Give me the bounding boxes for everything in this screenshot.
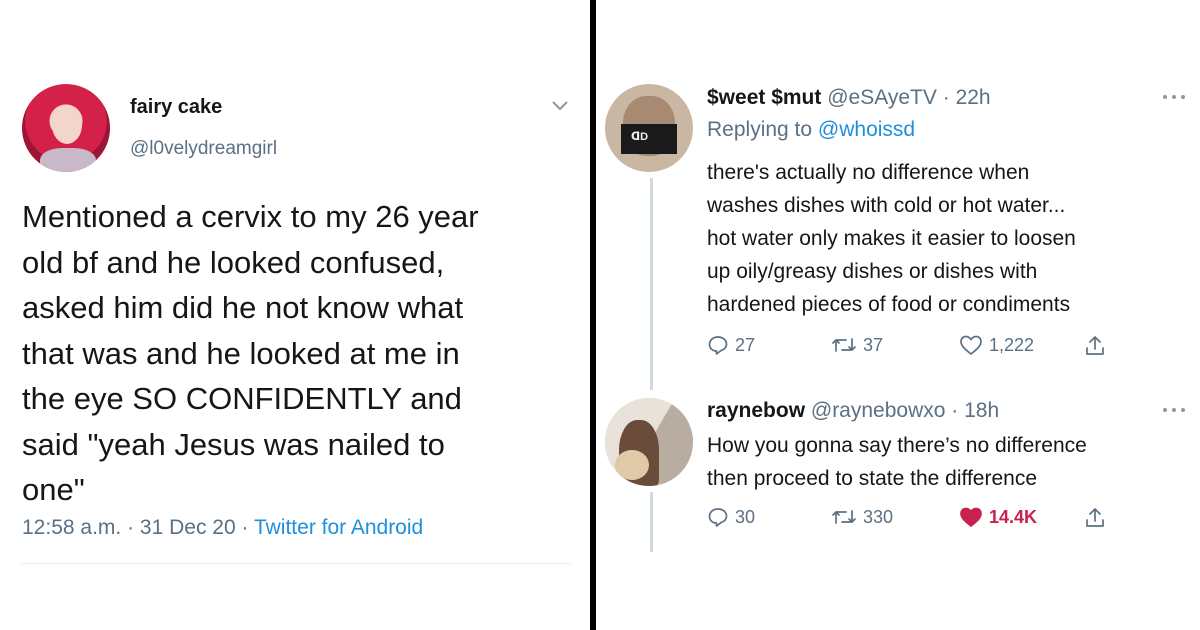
like-button[interactable]: 14.4K <box>959 506 1037 528</box>
avatar-shirt <box>40 148 96 172</box>
like-count: 1,222 <box>989 334 1035 355</box>
tweet-text-line: said "yeah Jesus was nailed to <box>22 426 445 462</box>
avatar[interactable] <box>605 398 693 486</box>
tweet-text-line: washes dishes with cold or hot water... <box>707 194 1066 217</box>
tweet-text-line: that was and he looked at me in <box>22 335 460 371</box>
tweet-text-line: up oily/greasy dishes or dishes with <box>707 260 1038 283</box>
user-handle[interactable]: @l0velydreamgirl <box>130 138 277 160</box>
share-icon <box>1086 336 1104 355</box>
original-tweet[interactable]: fairy cake @l0velydreamgirl Mentioned a … <box>0 0 590 630</box>
avatar-mask <box>621 124 677 154</box>
like-count: 14.4K <box>989 506 1038 527</box>
reply-header: $weet $mut @eSAyeTV · 22h <box>707 86 991 110</box>
chevron-down-icon[interactable] <box>548 96 572 116</box>
more-options-icon[interactable] <box>1160 405 1188 415</box>
tweet-text-line: the eye SO CONFIDENTLY and <box>22 381 462 416</box>
tweet-source[interactable]: Twitter for Android <box>254 516 423 539</box>
thread-line <box>650 178 653 390</box>
user-handle[interactable]: @raynebowxo <box>811 399 946 422</box>
more-options-icon[interactable] <box>1160 92 1188 102</box>
reply-count: 27 <box>735 334 756 355</box>
tweet-text: Mentioned a cervix to my 26 year old bf … <box>22 194 562 513</box>
tweet-text-line: old bf and he looked confused, <box>22 244 445 280</box>
avatar[interactable] <box>22 84 110 172</box>
meta-separator: · <box>951 399 959 422</box>
meta-separator: · <box>942 86 950 109</box>
tweet-text-line: Mentioned a cervix to my 26 year <box>22 199 479 234</box>
tweet-text-line: hot water only makes it easier to loosen <box>707 227 1076 250</box>
share-button[interactable] <box>1083 334 1107 358</box>
display-name[interactable]: $weet $mut <box>707 86 821 109</box>
tweet-text-line: How you gonna say there’s no difference <box>707 434 1087 457</box>
reply-button[interactable]: 30 <box>707 506 755 528</box>
avatar[interactable]: ᗡD <box>605 84 693 172</box>
user-handle[interactable]: @eSAyeTV <box>827 86 937 109</box>
tweet-text: there's actually no difference when wash… <box>707 156 1187 321</box>
share-button[interactable] <box>1083 506 1107 530</box>
tweet-meta: 12:58 a.m. · 31 Dec 20 · Twitter for And… <box>22 516 423 540</box>
like-button[interactable]: 1,222 <box>959 334 1034 356</box>
tweet-text-line: then proceed to state the difference <box>707 467 1038 490</box>
reply-icon <box>708 508 728 527</box>
tweet-text-line: one" <box>22 472 85 507</box>
heart-filled-icon <box>960 507 982 527</box>
thread-line <box>650 492 653 552</box>
tweet-time[interactable]: 22h <box>956 86 991 109</box>
avatar-dog <box>615 450 649 480</box>
tweet-text-line: there's actually no difference when <box>707 161 1030 184</box>
tweet-text: How you gonna say there’s no difference … <box>707 429 1187 495</box>
avatar-mask-print: ᗡD <box>631 131 649 143</box>
retweet-icon <box>832 338 856 352</box>
tweet-date[interactable]: 31 Dec 20 <box>140 516 236 539</box>
replying-to: Replying to @whoissd <box>707 118 915 142</box>
tweet-time[interactable]: 18h <box>964 399 999 422</box>
panel-divider <box>590 0 596 630</box>
replying-to-mention[interactable]: @whoissd <box>818 118 915 141</box>
display-name[interactable]: fairy cake <box>130 96 222 119</box>
reply-header: raynebow @raynebowxo · 18h <box>707 399 999 423</box>
divider-line <box>22 563 570 564</box>
action-bar: 30 330 14.4K <box>707 506 1127 536</box>
tweet-time[interactable]: 12:58 a.m. <box>22 516 121 539</box>
retweet-icon <box>832 510 856 524</box>
meta-separator: · <box>241 516 249 539</box>
replying-to-label: Replying to <box>707 118 813 141</box>
reply-button[interactable]: 27 <box>707 334 755 356</box>
reply-count: 30 <box>735 506 756 527</box>
retweet-count: 330 <box>863 506 894 527</box>
retweet-button[interactable]: 330 <box>831 506 893 528</box>
display-name[interactable]: raynebow <box>707 399 805 422</box>
tweet-text-line: hardened pieces of food or condiments <box>707 293 1071 316</box>
meta-separator: · <box>127 516 135 539</box>
heart-icon <box>960 335 982 355</box>
reply-icon <box>708 336 728 355</box>
share-icon <box>1086 508 1104 527</box>
retweet-count: 37 <box>863 334 884 355</box>
action-bar: 27 37 1,222 <box>707 334 1127 364</box>
retweet-button[interactable]: 37 <box>831 334 883 356</box>
tweet-text-line: asked him did he not know what <box>22 290 464 325</box>
avatar-face <box>52 106 82 144</box>
